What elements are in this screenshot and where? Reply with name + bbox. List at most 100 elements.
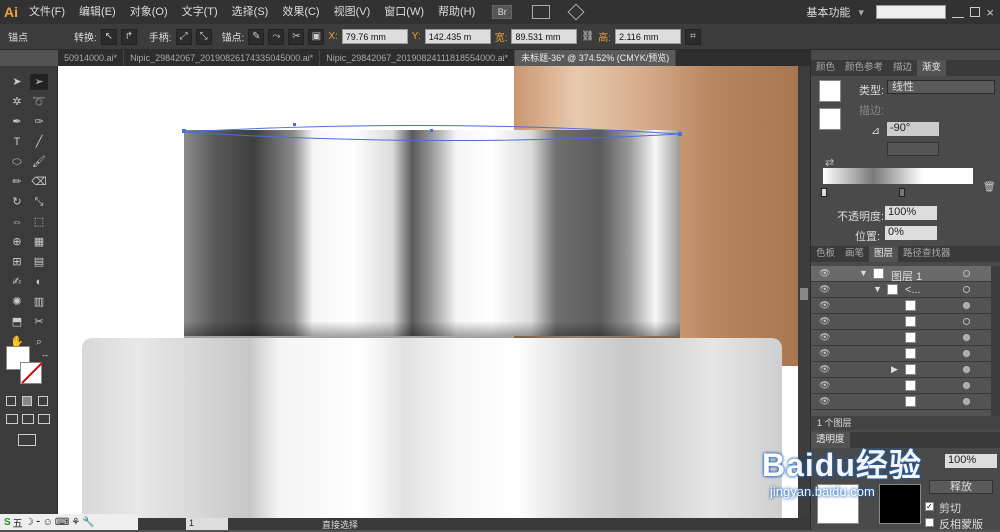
pencil-tool-icon[interactable]: ✏ [8, 174, 26, 190]
gradient-mode-icon[interactable] [22, 396, 32, 406]
skin-icon[interactable]: ⚘ [71, 517, 80, 528]
free-transform-icon[interactable]: ⬚ [30, 214, 48, 230]
isolate-icon[interactable]: ▣ [308, 28, 325, 45]
gradient-fill-swatch[interactable] [819, 108, 841, 130]
sublayer-row[interactable]: 👁 [811, 298, 991, 314]
eye-icon[interactable]: 👁 [819, 316, 831, 328]
group-name[interactable]: <... [905, 284, 921, 296]
target-icon[interactable] [963, 302, 970, 309]
angle-field[interactable]: -90° [887, 122, 939, 136]
tab-document-1[interactable]: 50914000.ai* [58, 50, 125, 66]
moon-icon[interactable]: ☽ [25, 517, 34, 528]
none-mode-icon[interactable] [38, 396, 48, 406]
gradient-stop-mid[interactable] [899, 188, 905, 197]
target-icon[interactable] [963, 366, 970, 373]
eyedropper-icon[interactable]: ✍ [8, 274, 26, 290]
maximize-icon[interactable] [970, 7, 981, 17]
minimize-icon[interactable] [952, 6, 965, 18]
blend-tool-icon[interactable]: ◐ [30, 274, 48, 290]
sublayer-row[interactable]: 👁 [811, 346, 991, 362]
tab-document-3[interactable]: Nipic_29842067_20190824111818554000.ai* [320, 50, 516, 66]
type-tool-icon[interactable]: T [8, 134, 26, 150]
tab-color-guide[interactable]: 颜色参考 [840, 60, 888, 76]
x-field[interactable]: 79.76 mm [341, 29, 408, 44]
expand-icon[interactable]: ▶ [891, 364, 898, 375]
ime-toolbar[interactable]: S 五 ☽ ⁃ ☺ ⌨ ⚘ 🔧 [0, 514, 138, 530]
slice-tool-icon[interactable]: ✂ [30, 314, 48, 330]
target-icon[interactable] [963, 318, 970, 325]
lasso-icon[interactable]: ➰ [30, 94, 48, 110]
tab-color[interactable]: 颜色 [811, 60, 840, 76]
sublayer-row[interactable]: 👁 ▶ [811, 362, 991, 378]
tab-swatches[interactable]: 色板 [811, 246, 840, 262]
menu-type[interactable]: 文字(T) [175, 0, 225, 24]
swap-colors-icon[interactable]: ↔ [36, 346, 54, 362]
sublayer-row[interactable]: 👁 [811, 394, 991, 410]
gradient-type-select[interactable]: 线性 [887, 80, 995, 94]
direct-selection-tool-icon[interactable]: ➢ [30, 74, 48, 90]
artboard-tool-icon[interactable]: ⬒ [8, 314, 26, 330]
trash-icon[interactable]: 🗑 [983, 182, 996, 193]
eraser-tool-icon[interactable]: ⌫ [30, 174, 48, 190]
hide-handles-icon[interactable]: ⤡ [195, 28, 212, 45]
sublayer-row[interactable]: 👁 [811, 378, 991, 394]
eye-icon[interactable]: 👁 [819, 300, 831, 312]
curvature-tool-icon[interactable]: ✑ [30, 114, 48, 130]
target-icon[interactable] [963, 334, 970, 341]
tab-document-active[interactable]: 未标题-36* @ 374.52% (CMYK/预览) [515, 50, 677, 66]
tools-icon[interactable]: 🔧 [82, 517, 94, 528]
punctuation-icon[interactable]: ⁃ [36, 517, 41, 528]
draw-inside-icon[interactable] [38, 414, 50, 424]
tab-document-2[interactable]: Nipic_29842067_20190826174335045000.ai* [124, 50, 321, 66]
convert-corner-icon[interactable]: ↖ [100, 28, 117, 45]
emoji-icon[interactable]: ☺ [43, 517, 53, 528]
position-field[interactable]: 0% [885, 226, 937, 240]
shape-builder-icon[interactable]: ⊕ [8, 234, 26, 250]
sublayer-row[interactable]: 👁 [811, 330, 991, 346]
layer-row[interactable]: 👁 ▼ 图层 1 [811, 266, 991, 283]
target-icon[interactable] [963, 398, 970, 405]
sublayer-row[interactable]: 👁 [811, 314, 991, 330]
aspect-ratio-field[interactable] [887, 142, 939, 156]
opacity-field[interactable]: 100% [885, 206, 937, 220]
y-field[interactable]: 142.435 m [424, 29, 491, 44]
invert-mask-checkbox[interactable] [925, 518, 934, 527]
target-icon[interactable] [963, 382, 970, 389]
menu-select[interactable]: 选择(S) [225, 0, 276, 24]
gradient-slider[interactable] [823, 168, 973, 184]
gradient-stop-left[interactable] [821, 188, 827, 197]
magic-wand-icon[interactable]: ✲ [8, 94, 26, 110]
tab-pathfinder[interactable]: 路径查找器 [898, 246, 956, 262]
ellipse-tool-icon[interactable]: ⬭ [8, 154, 26, 170]
symbol-sprayer-icon[interactable]: ✺ [8, 294, 26, 310]
eye-icon[interactable]: 👁 [819, 380, 831, 392]
eye-icon[interactable]: 👁 [819, 268, 831, 280]
remove-anchor-icon[interactable]: ✎ [248, 28, 265, 45]
layers-scrollbar[interactable] [991, 266, 1000, 416]
mesh-tool-icon[interactable]: ⊞ [8, 254, 26, 270]
stroke-swatch[interactable] [20, 362, 43, 384]
ime-mode-label[interactable]: 五 [13, 515, 23, 530]
target-icon[interactable] [963, 270, 970, 277]
transform-icon[interactable]: ⌗ [684, 28, 701, 45]
menu-window[interactable]: 窗口(W) [377, 0, 431, 24]
target-icon[interactable] [963, 350, 970, 357]
width-field[interactable]: 89.531 mm [511, 29, 578, 44]
expand-icon[interactable]: ▼ [859, 268, 868, 278]
target-icon[interactable] [963, 286, 970, 293]
paintbrush-icon[interactable]: 🖌 [30, 154, 48, 170]
scale-tool-icon[interactable]: ⤡ [30, 194, 48, 210]
line-tool-icon[interactable]: ╱ [30, 134, 48, 150]
gradient-tool-icon[interactable]: ▤ [30, 254, 48, 270]
expand-icon[interactable]: ▼ [873, 284, 882, 294]
pen-tool-icon[interactable]: ✒ [8, 114, 26, 130]
height-field[interactable]: 2.116 mm [614, 29, 681, 44]
show-handles-icon[interactable]: ⤢ [175, 28, 192, 45]
bridge-icon[interactable]: Br [492, 5, 513, 19]
workspace-switcher[interactable]: 基本功能 [806, 4, 850, 20]
draw-normal-icon[interactable] [6, 414, 18, 424]
search-input[interactable] [876, 5, 947, 19]
perspective-grid-icon[interactable]: ▦ [30, 234, 48, 250]
menu-view[interactable]: 视图(V) [327, 0, 378, 24]
eye-icon[interactable]: 👁 [819, 364, 831, 376]
